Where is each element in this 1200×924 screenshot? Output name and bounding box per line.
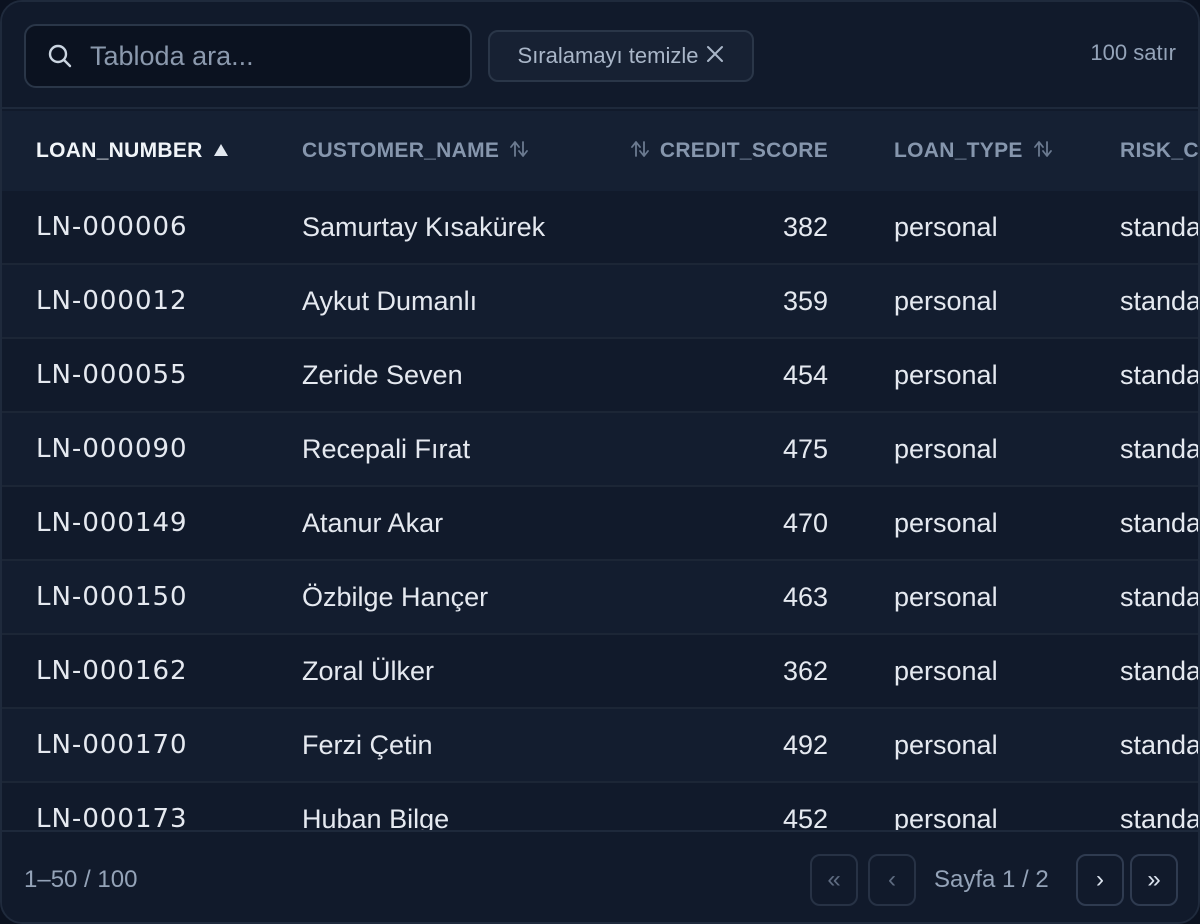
cell-loan-number: LN-000150 — [36, 582, 188, 612]
table-row[interactable]: LN-000055 Zeride Seven 454 personal standa — [2, 339, 1198, 413]
cell-loan-number: LN-000170 — [36, 730, 188, 760]
cell-risk-category: standa — [1120, 359, 1198, 390]
table-row[interactable]: LN-000173 Huban Bilge 452 personal standa — [2, 783, 1198, 831]
cell-loan-number: LN-000012 — [36, 286, 188, 316]
table-row[interactable]: LN-000162 Zoral Ülker 362 personal standa — [2, 635, 1198, 709]
clear-sort-button[interactable]: Sıralamayı temizle — [488, 30, 754, 82]
table-row[interactable]: LN-000012 Aykut Dumanlı 359 personal standa — [2, 265, 1198, 339]
column-label: RISK_CA — [1120, 139, 1198, 162]
column-label: CREDIT_SCORE — [659, 139, 828, 162]
cell-customer-name: Zoral Ülker — [302, 655, 435, 686]
search-icon — [46, 42, 74, 70]
cell-customer-name: Ferzi Çetin — [302, 729, 433, 760]
cell-loan-type: personal — [894, 507, 998, 538]
table-header: LOAN_NUMBER CUSTOMER_NAME CREDIT_SCORE L… — [2, 111, 1198, 191]
column-label: LOAN_TYPE — [894, 139, 1023, 162]
cell-risk-category: standa — [1120, 729, 1198, 760]
page-indicator: Sayfa 1 / 2 — [934, 866, 1049, 893]
sort-asc-icon — [213, 141, 229, 162]
last-page-button[interactable]: » — [1130, 854, 1178, 906]
cell-risk-category: standa — [1120, 581, 1198, 612]
table-row[interactable]: LN-000006 Samurtay Kısakürek 382 personal st… — [2, 191, 1198, 265]
column-header-credit-score[interactable]: CREDIT_SCORE — [602, 111, 828, 191]
cell-loan-type: personal — [894, 729, 998, 760]
table-footer: 1–50 / 100 « ‹ Sayfa 1 / 2 › » — [2, 830, 1198, 922]
cell-loan-number: LN-000149 — [36, 508, 188, 538]
next-page-button[interactable]: › — [1076, 854, 1124, 906]
cell-credit-score: 359 — [782, 285, 828, 316]
table-row[interactable]: LN-000090 Recepali Fırat 475 personal standa — [2, 413, 1198, 487]
cell-customer-name: Huban Bilge — [302, 803, 450, 831]
cell-credit-score: 382 — [782, 211, 828, 242]
search-input[interactable] — [90, 26, 470, 86]
table-row[interactable]: LN-000150 Özbilge Hançer 463 personal standa — [2, 561, 1198, 635]
cell-customer-name: Aykut Dumanlı — [302, 285, 478, 316]
sort-both-icon — [1033, 140, 1053, 163]
column-label: LOAN_NUMBER — [36, 139, 203, 162]
column-label: CUSTOMER_NAME — [302, 139, 500, 162]
cell-customer-name: Samurtay Kısakürek — [302, 211, 546, 242]
cell-customer-name: Recepali Fırat — [302, 433, 471, 464]
cell-loan-number: LN-000090 — [36, 434, 188, 464]
cell-risk-category: standa — [1120, 507, 1198, 538]
cell-risk-category: standa — [1120, 285, 1198, 316]
chevron-right-icon: › — [1096, 866, 1104, 893]
cell-loan-type: personal — [894, 803, 998, 831]
sort-both-icon — [509, 140, 529, 163]
close-icon — [706, 44, 724, 68]
chevrons-left-icon: « — [827, 866, 841, 893]
first-page-button[interactable]: « — [810, 854, 858, 906]
pagination-range: 1–50 / 100 — [24, 866, 138, 893]
cell-loan-number: LN-000173 — [36, 804, 188, 830]
cell-credit-score: 452 — [782, 803, 828, 831]
table-row[interactable]: LN-000149 Atanur Akar 470 personal standa — [2, 487, 1198, 561]
row-count: 100 satır — [1090, 40, 1176, 65]
table-toolbar: Sıralamayı temizle 100 satır — [2, 2, 1198, 109]
cell-loan-number: LN-000006 — [36, 212, 188, 242]
search-box[interactable] — [24, 24, 472, 88]
chevron-left-icon: ‹ — [888, 866, 896, 893]
cell-risk-category: standa — [1120, 433, 1198, 464]
cell-loan-type: personal — [894, 359, 998, 390]
data-table-panel: Sıralamayı temizle 100 satır LOAN_NUMBER… — [0, 0, 1200, 924]
cell-credit-score: 470 — [782, 507, 828, 538]
cell-customer-name: Atanur Akar — [302, 507, 444, 538]
cell-loan-number: LN-000055 — [36, 360, 188, 390]
column-header-loan-type[interactable]: LOAN_TYPE — [894, 111, 1053, 191]
cell-loan-number: LN-000162 — [36, 656, 188, 686]
data-table: LOAN_NUMBER CUSTOMER_NAME CREDIT_SCORE L… — [2, 111, 1198, 830]
cell-customer-name: Zeride Seven — [302, 359, 463, 390]
cell-loan-type: personal — [894, 433, 998, 464]
cell-loan-type: personal — [894, 211, 998, 242]
cell-risk-category: standa — [1120, 655, 1198, 686]
cell-credit-score: 362 — [782, 655, 828, 686]
cell-loan-type: personal — [894, 655, 998, 686]
cell-risk-category: standa — [1120, 803, 1198, 831]
column-header-loan-number[interactable]: LOAN_NUMBER — [36, 111, 229, 191]
chevrons-right-icon: » — [1147, 866, 1161, 893]
cell-credit-score: 475 — [782, 433, 828, 464]
cell-customer-name: Özbilge Hançer — [302, 581, 489, 612]
cell-credit-score: 492 — [782, 729, 828, 760]
cell-loan-type: personal — [894, 285, 998, 316]
column-header-risk-category[interactable]: RISK_CA — [1120, 111, 1198, 191]
column-header-customer-name[interactable]: CUSTOMER_NAME — [302, 111, 529, 191]
cell-credit-score: 463 — [782, 581, 828, 612]
sort-both-icon — [630, 140, 650, 163]
cell-loan-type: personal — [894, 581, 998, 612]
cell-credit-score: 454 — [782, 359, 828, 390]
cell-risk-category: standa — [1120, 211, 1198, 242]
clear-sort-label: Sıralamayı temizle — [517, 43, 699, 68]
table-row[interactable]: LN-000170 Ferzi Çetin 492 personal standa — [2, 709, 1198, 783]
prev-page-button[interactable]: ‹ — [868, 854, 916, 906]
